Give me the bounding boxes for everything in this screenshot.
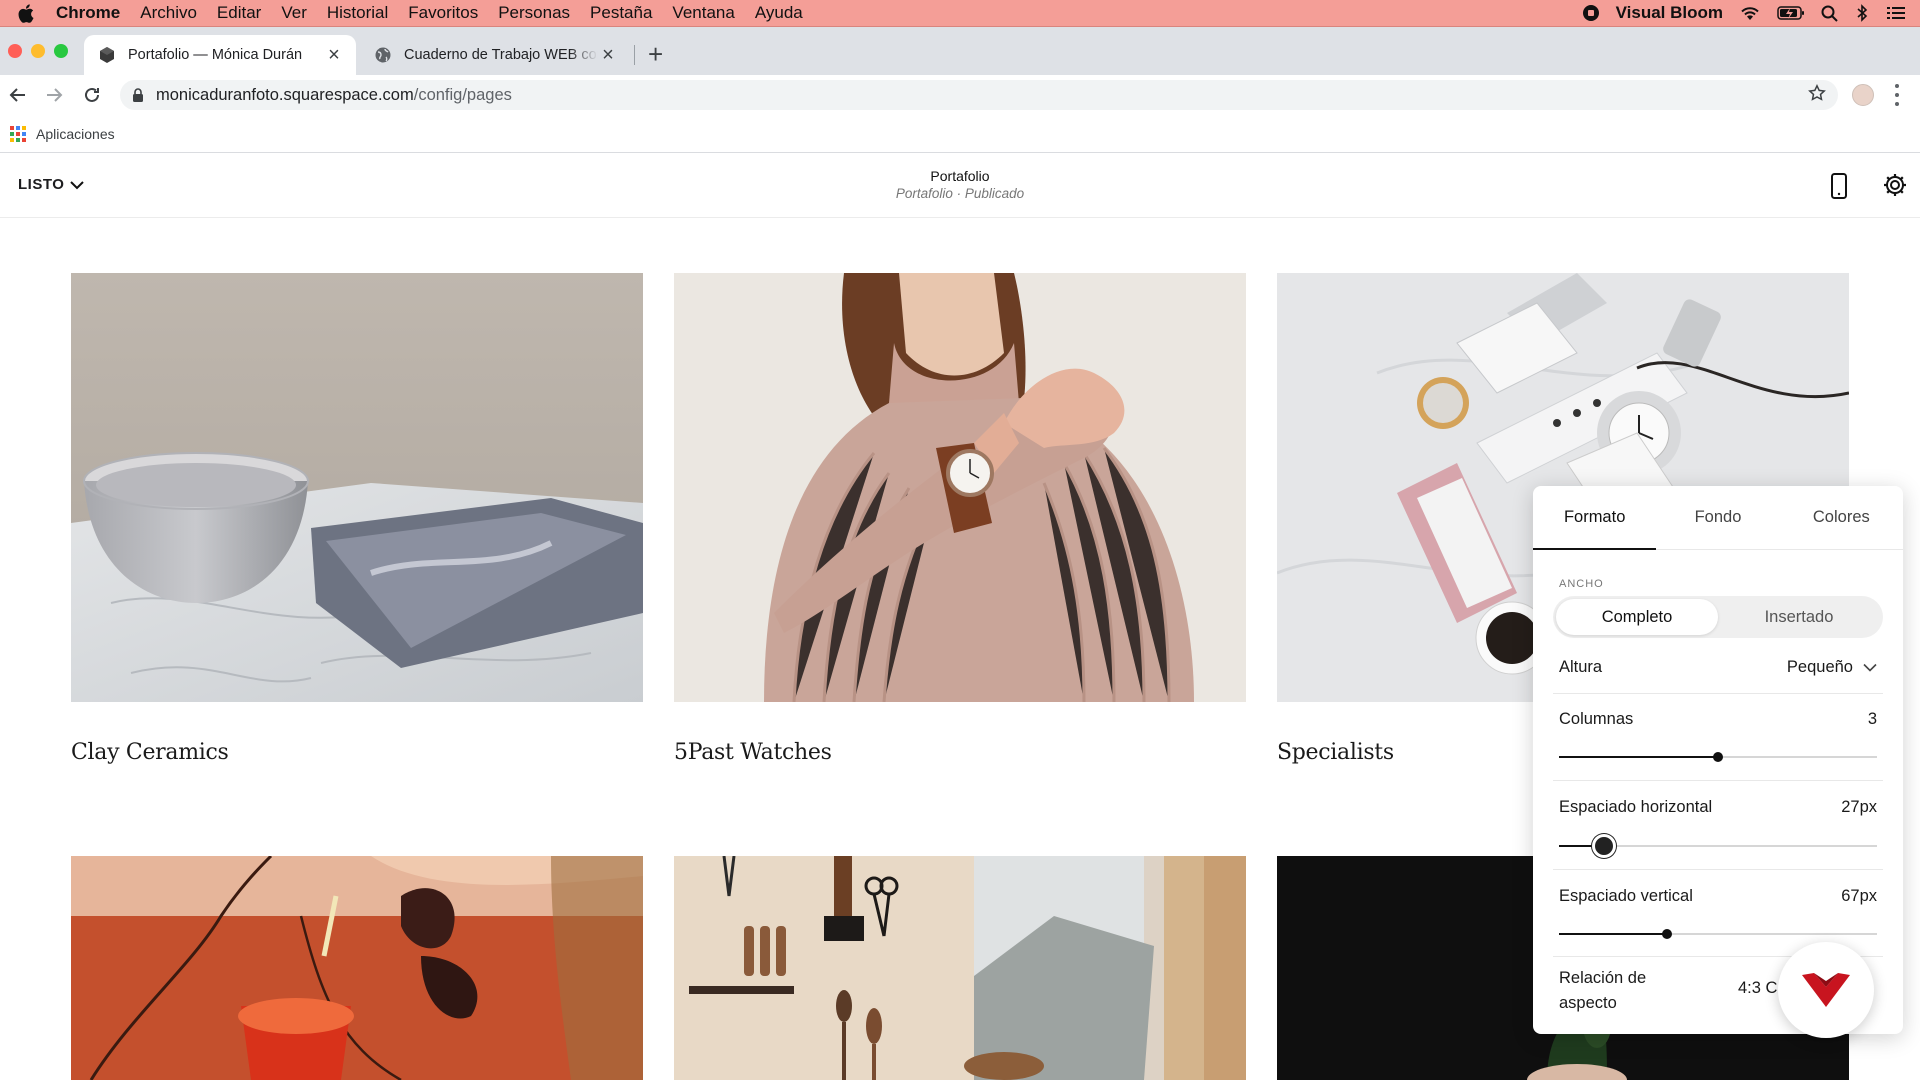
brand-badge-button[interactable] <box>1778 942 1874 1038</box>
gallery-item-caption[interactable]: Clay Ceramics <box>71 740 229 765</box>
mac-menu-bar: Chrome Archivo Editar Ver Historial Favo… <box>0 0 1920 27</box>
control-center-icon[interactable] <box>1886 5 1906 21</box>
slider-thumb[interactable] <box>1713 752 1723 762</box>
width-option-insertado[interactable]: Insertado <box>1718 599 1880 635</box>
tab-fondo[interactable]: Fondo <box>1656 486 1779 549</box>
tab-formato[interactable]: Formato <box>1533 486 1656 549</box>
url-path: /config/pages <box>413 85 512 104</box>
tab-colores[interactable]: Colores <box>1780 486 1903 549</box>
columns-value: 3 <box>1867 710 1877 728</box>
editor-header: LISTO Portafolio Portafolio · Publicado <box>0 154 1920 218</box>
menu-favoritos[interactable]: Favoritos <box>398 3 488 23</box>
minimize-window-button[interactable] <box>31 44 45 58</box>
close-tab-icon[interactable]: × <box>598 44 618 67</box>
apps-grid-icon[interactable] <box>10 125 26 142</box>
width-segmented-control: Completo Insertado <box>1553 596 1883 638</box>
menu-historial[interactable]: Historial <box>317 3 398 23</box>
zoom-window-button[interactable] <box>54 44 68 58</box>
tab-portafolio[interactable]: Portafolio — Mónica Durán × <box>84 35 356 75</box>
hspacing-slider[interactable] <box>1559 834 1877 858</box>
browser-menu-icon[interactable] <box>1894 84 1900 106</box>
height-value: Pequeño <box>1786 658 1853 676</box>
gallery-item-caption[interactable]: Specialists <box>1277 740 1394 765</box>
chevron-down-icon <box>1863 663 1877 672</box>
vspacing-label: Espaciado vertical <box>1559 887 1693 905</box>
menu-app-name[interactable]: Chrome <box>52 3 130 23</box>
divider <box>1553 869 1883 870</box>
columns-row: Columnas 3 <box>1559 710 1877 729</box>
menu-personas[interactable]: Personas <box>488 3 580 23</box>
browser-toolbar: monicaduranfoto.squarespace.com/config/p… <box>0 75 1920 115</box>
panel-tabs: Formato Fondo Colores <box>1533 486 1903 550</box>
height-label: Altura <box>1559 658 1603 676</box>
close-tab-icon[interactable]: × <box>324 44 344 67</box>
tab-cuaderno[interactable]: Cuaderno de Trabajo WEB con Squarespace … <box>360 35 630 75</box>
page-status: Portafolio · Publicado <box>895 186 1025 201</box>
forward-arrow-icon[interactable] <box>42 83 66 107</box>
bookmark-star-icon[interactable] <box>1808 83 1826 107</box>
menu-ventana[interactable]: Ventana <box>662 3 744 23</box>
bluetooth-icon[interactable] <box>1854 4 1870 22</box>
slider-thumb[interactable] <box>1662 929 1673 939</box>
divider <box>1553 693 1883 694</box>
active-tab-indicator <box>1533 548 1656 550</box>
gallery-item-image[interactable] <box>674 856 1246 1080</box>
menu-editar[interactable]: Editar <box>207 3 271 23</box>
gallery-item-image[interactable] <box>674 273 1246 702</box>
height-select[interactable]: Altura Pequeño <box>1559 658 1877 677</box>
squarespace-icon <box>98 46 116 64</box>
tab-title: Cuaderno de Trabajo WEB con Squarespace <box>404 47 598 63</box>
spotlight-search-icon[interactable] <box>1821 5 1838 22</box>
width-option-completo[interactable]: Completo <box>1556 599 1718 635</box>
gallery-item-image[interactable] <box>71 273 643 702</box>
bookmark-apps-label[interactable]: Aplicaciones <box>36 126 115 142</box>
hspacing-row: Espaciado horizontal 27px <box>1559 798 1877 817</box>
globe-icon <box>374 46 392 64</box>
gallery-item-image[interactable] <box>71 856 643 1080</box>
slider-thumb[interactable] <box>1591 834 1616 858</box>
page-info: Portafolio Portafolio · Publicado <box>0 168 1920 201</box>
columns-label: Columnas <box>1559 710 1634 728</box>
back-arrow-icon[interactable] <box>6 83 30 107</box>
lock-icon[interactable] <box>120 88 156 102</box>
width-section-label: ANCHO <box>1559 578 1604 590</box>
url-host: monicaduranfoto.squarespace.com <box>156 85 414 104</box>
brand-logo-icon <box>1802 973 1850 1007</box>
aspect-ratio-label: Relación de aspecto <box>1559 969 1647 1012</box>
apple-icon[interactable] <box>0 3 52 23</box>
new-tab-icon[interactable]: + <box>648 41 663 67</box>
address-bar[interactable]: monicaduranfoto.squarespace.com/config/p… <box>120 80 1838 110</box>
reload-icon[interactable] <box>80 83 104 107</box>
hspacing-value: 27px <box>1841 798 1877 816</box>
bookmarks-bar: Aplicaciones <box>0 115 1920 153</box>
page-title: Portafolio <box>930 168 990 184</box>
menu-ver[interactable]: Ver <box>271 3 317 23</box>
vspacing-slider[interactable] <box>1559 927 1877 941</box>
status-app-name[interactable]: Visual Bloom <box>1616 3 1723 23</box>
aspect-ratio-value[interactable]: 4:3 C <box>1738 979 1777 998</box>
wifi-icon[interactable] <box>1739 5 1761 21</box>
record-icon[interactable] <box>1582 4 1600 22</box>
vspacing-row: Espaciado vertical 67px <box>1559 887 1877 906</box>
vspacing-value: 67px <box>1841 887 1877 905</box>
tab-title: Portafolio — Mónica Durán <box>128 47 303 63</box>
window-controls <box>8 44 68 58</box>
mobile-preview-icon[interactable] <box>1829 172 1849 205</box>
close-window-button[interactable] <box>8 44 22 58</box>
menu-pestana[interactable]: Pestaña <box>580 3 662 23</box>
settings-gear-icon[interactable] <box>1882 172 1908 203</box>
menu-archivo[interactable]: Archivo <box>130 3 207 23</box>
divider <box>1553 780 1883 781</box>
browser-tab-strip: Portafolio — Mónica Durán × Cuaderno de … <box>0 27 1920 75</box>
gallery-item-caption[interactable]: 5Past Watches <box>674 740 832 765</box>
hspacing-label: Espaciado horizontal <box>1559 798 1713 816</box>
profile-avatar[interactable] <box>1852 84 1874 106</box>
battery-icon[interactable] <box>1777 6 1805 20</box>
columns-slider[interactable] <box>1559 750 1877 764</box>
menu-ayuda[interactable]: Ayuda <box>745 3 813 23</box>
tab-separator <box>634 45 635 65</box>
